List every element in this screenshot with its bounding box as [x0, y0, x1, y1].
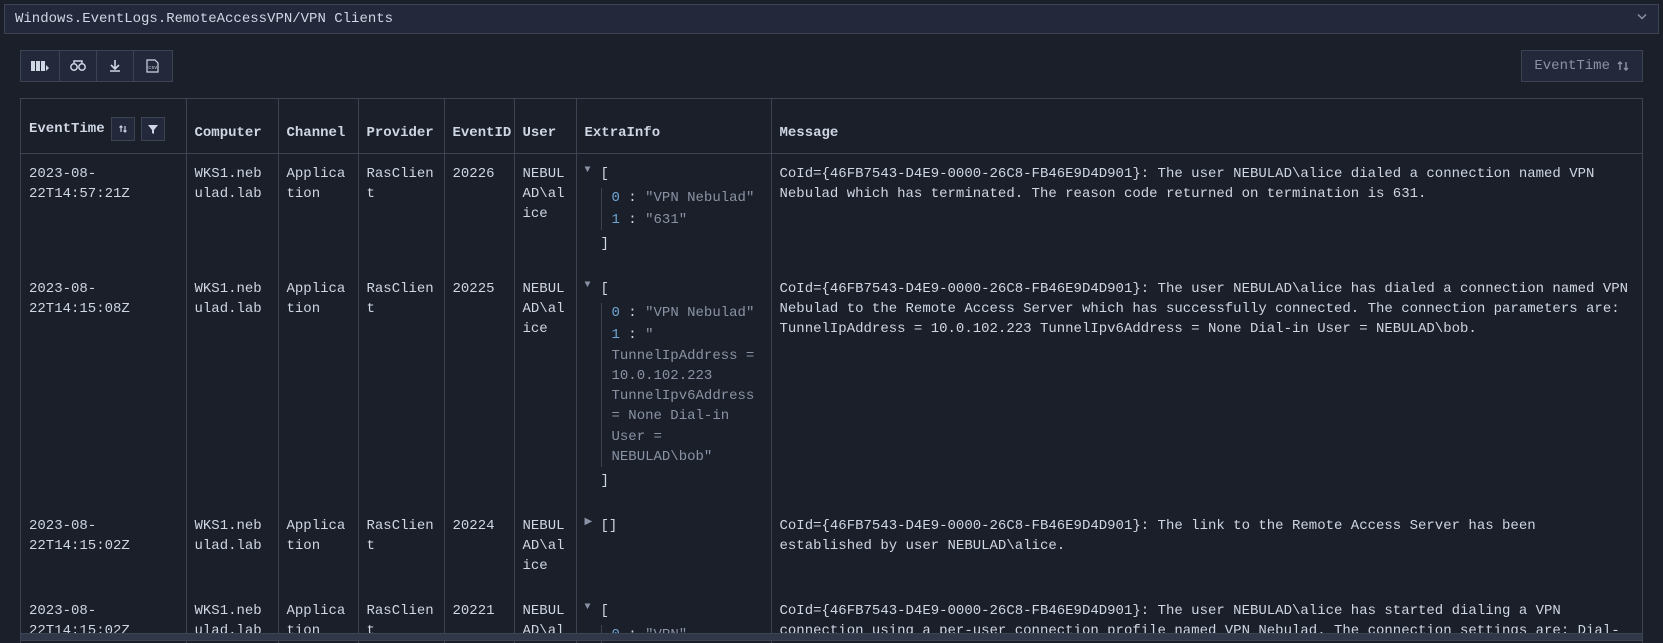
cell-provider: RasClient [358, 506, 444, 591]
kv-key: 1 [612, 327, 620, 343]
results-table-container: EventTime [20, 98, 1643, 643]
results-table: EventTime [21, 99, 1642, 643]
caret-right-icon[interactable]: ▶ [585, 516, 595, 536]
sort-both-icon [1616, 60, 1630, 72]
scrollbar-thumb[interactable] [21, 634, 1642, 640]
cell-message: CoId={46FB7543-D4E9-0000-26C8-FB46E9D4D9… [771, 153, 1642, 269]
kv-value: "631" [645, 212, 687, 228]
download-button[interactable] [96, 50, 134, 82]
col-header-computer[interactable]: Computer [186, 99, 278, 153]
table-row: 2023-08-22T14:57:21ZWKS1.nebulad.labAppl… [21, 153, 1642, 269]
cell-user: NEBULAD\alice [514, 153, 576, 269]
toolbar-left-group: csv [20, 50, 173, 82]
cell-computer: WKS1.nebulad.lab [186, 506, 278, 591]
col-label: Provider [367, 125, 434, 141]
svg-text:csv: csv [148, 65, 157, 71]
bracket-open: [ [601, 164, 763, 184]
kv-list: 0 : "VPN Nebulad"1 : " TunnelIpAddress =… [601, 303, 763, 467]
cell-channel: Application [278, 269, 358, 506]
bracket-open: [ [601, 279, 763, 299]
col-label: User [523, 125, 557, 141]
sort-eventtime-button[interactable]: EventTime [1521, 50, 1643, 82]
col-label: EventID [453, 125, 512, 141]
artifact-selector[interactable]: Windows.EventLogs.RemoteAccessVPN/VPN Cl… [4, 4, 1659, 34]
cell-user: NEBULAD\alice [514, 269, 576, 506]
cell-user: NEBULAD\alice [514, 506, 576, 591]
cell-computer: WKS1.nebulad.lab [186, 269, 278, 506]
cell-message: CoId={46FB7543-D4E9-0000-26C8-FB46E9D4D9… [771, 506, 1642, 591]
cell-extrainfo: ▶ [] [576, 506, 771, 591]
cell-extrainfo: ▼[0 : "VPN Nebulad"1 : " TunnelIpAddress… [576, 269, 771, 506]
extrainfo-body: [0 : "VPN Nebulad"1 : "631"] [601, 164, 763, 255]
bracket-close: ] [601, 234, 763, 254]
col-header-eventtime[interactable]: EventTime [21, 99, 186, 153]
toolbar: csv EventTime [20, 50, 1643, 82]
columns-button[interactable] [20, 50, 60, 82]
search-button[interactable] [59, 50, 97, 82]
col-header-provider[interactable]: Provider [358, 99, 444, 153]
col-header-extrainfo[interactable]: ExtraInfo [576, 99, 771, 153]
binoculars-icon [70, 59, 86, 73]
col-label: Message [780, 125, 839, 141]
cell-eventid: 20226 [444, 153, 514, 269]
cell-time: 2023-08-22T14:15:08Z [21, 269, 186, 506]
col-header-channel[interactable]: Channel [278, 99, 358, 153]
col-header-user[interactable]: User [514, 99, 576, 153]
col-label: Channel [287, 125, 346, 141]
kv-colon: : [620, 212, 645, 228]
col-label: Computer [195, 125, 262, 141]
filter-icon [147, 123, 159, 135]
export-csv-button[interactable]: csv [133, 50, 173, 82]
kv-value: " TunnelIpAddress = 10.0.102.223 TunnelI… [612, 327, 755, 465]
horizontal-scrollbar[interactable] [20, 633, 1643, 641]
columns-icon [31, 59, 49, 73]
cell-provider: RasClient [358, 153, 444, 269]
artifact-breadcrumb: Windows.EventLogs.RemoteAccessVPN/VPN Cl… [15, 11, 393, 27]
kv-key: 0 [612, 305, 620, 321]
extrainfo-body: [] [601, 516, 763, 536]
table-row: 2023-08-22T14:15:08ZWKS1.nebulad.labAppl… [21, 269, 1642, 506]
cell-extrainfo: ▼[0 : "VPN Nebulad"1 : "631"] [576, 153, 771, 269]
kv-key: 1 [612, 212, 620, 228]
cell-eventid: 20224 [444, 506, 514, 591]
col-sort-button[interactable] [111, 117, 135, 141]
caret-down-icon[interactable]: ▼ [585, 164, 595, 255]
table-row: 2023-08-22T14:15:02ZWKS1.nebulad.labAppl… [21, 506, 1642, 591]
col-filter-button[interactable] [141, 117, 165, 141]
kv-row: 1 : "631" [612, 210, 763, 230]
kv-value: "VPN Nebulad" [645, 190, 754, 206]
cell-computer: WKS1.nebulad.lab [186, 153, 278, 269]
kv-colon: : [620, 327, 645, 343]
kv-value: "VPN Nebulad" [645, 305, 754, 321]
csv-icon: csv [144, 59, 162, 73]
col-header-eventid[interactable]: EventID [444, 99, 514, 153]
kv-row: 0 : "VPN Nebulad" [612, 188, 763, 208]
cell-provider: RasClient [358, 269, 444, 506]
col-label: ExtraInfo [585, 125, 661, 141]
sort-button-label: EventTime [1534, 58, 1610, 74]
kv-colon: : [620, 190, 645, 206]
bracket-close: ] [601, 471, 763, 491]
cell-channel: Application [278, 153, 358, 269]
col-label: EventTime [29, 121, 105, 137]
brackets-empty: [] [601, 518, 618, 534]
kv-colon: : [620, 305, 645, 321]
cell-channel: Application [278, 506, 358, 591]
cell-eventid: 20225 [444, 269, 514, 506]
kv-row: 0 : "VPN Nebulad" [612, 303, 763, 323]
col-header-message[interactable]: Message [771, 99, 1642, 153]
extrainfo-body: [0 : "VPN Nebulad"1 : " TunnelIpAddress … [601, 279, 763, 492]
bracket-open: [ [601, 601, 763, 621]
download-icon [108, 59, 122, 73]
chevron-down-icon [1636, 11, 1648, 28]
cell-time: 2023-08-22T14:15:02Z [21, 506, 186, 591]
cell-message: CoId={46FB7543-D4E9-0000-26C8-FB46E9D4D9… [771, 269, 1642, 506]
kv-list: 0 : "VPN Nebulad"1 : "631" [601, 188, 763, 231]
sort-both-icon [117, 123, 129, 135]
cell-time: 2023-08-22T14:57:21Z [21, 153, 186, 269]
kv-key: 0 [612, 190, 620, 206]
kv-row: 1 : " TunnelIpAddress = 10.0.102.223 Tun… [612, 325, 763, 467]
caret-down-icon[interactable]: ▼ [585, 279, 595, 492]
